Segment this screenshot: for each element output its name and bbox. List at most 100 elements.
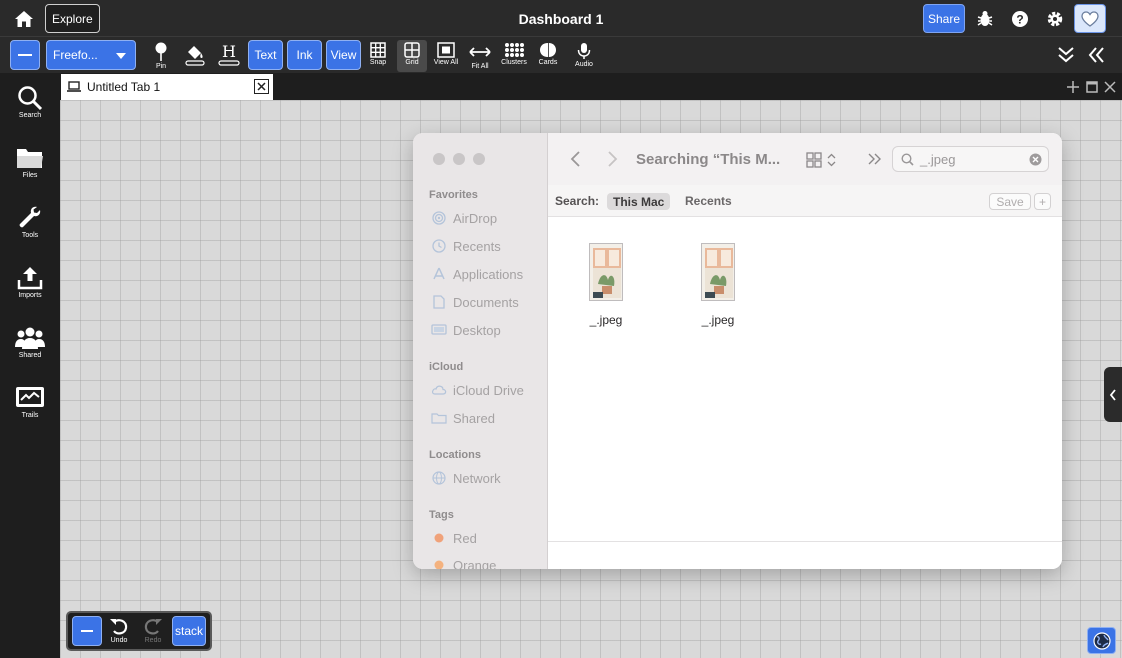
sidebar-item-imports[interactable]: Imports bbox=[0, 265, 60, 317]
add-criteria-button[interactable]: + bbox=[1034, 193, 1051, 210]
bug-icon[interactable] bbox=[974, 8, 996, 30]
add-tab-button[interactable] bbox=[1065, 79, 1081, 95]
locations-heading: Locations bbox=[429, 449, 481, 461]
grid-label: Grid bbox=[405, 59, 419, 66]
sidebar-item-documents[interactable]: Documents bbox=[431, 292, 519, 312]
home-button[interactable] bbox=[10, 6, 38, 32]
icon-view-icon[interactable] bbox=[806, 152, 838, 168]
view-all-label: View All bbox=[433, 59, 459, 66]
file-item[interactable]: _.jpeg bbox=[576, 243, 636, 333]
bottom-collapse-button[interactable] bbox=[72, 616, 102, 646]
tag-dot-icon bbox=[431, 557, 447, 569]
path-bar-divider bbox=[548, 541, 1062, 542]
more-chevrons-icon[interactable] bbox=[868, 153, 882, 165]
sidebar-item-trails[interactable]: Trails bbox=[0, 385, 60, 437]
clusters-tool[interactable]: Clusters bbox=[499, 40, 529, 72]
fit-all-icon bbox=[469, 47, 491, 57]
favorites-heading: Favorites bbox=[429, 189, 478, 201]
snap-tool[interactable]: Snap bbox=[363, 40, 393, 72]
close-window-button[interactable] bbox=[433, 153, 445, 165]
sidebar-item-label: Shared bbox=[18, 352, 42, 359]
sidebar-item-tag-red[interactable]: Red bbox=[431, 528, 477, 548]
sidebar-item-label: Orange bbox=[453, 557, 497, 570]
sidebar-item-label: Documents bbox=[453, 294, 519, 310]
sidebar-item-applications[interactable]: Applications bbox=[431, 264, 523, 284]
minus-icon bbox=[81, 630, 93, 632]
sidebar-item-files[interactable]: Files bbox=[0, 145, 60, 197]
minus-icon bbox=[18, 54, 32, 56]
finder-window: Favorites AirDrop Recents Applications D… bbox=[413, 133, 1062, 569]
header-tool[interactable]: H bbox=[214, 40, 244, 72]
heart-icon bbox=[1081, 10, 1099, 27]
scope-recents[interactable]: Recents bbox=[685, 194, 732, 208]
sidebar-item-icloud-drive[interactable]: iCloud Drive bbox=[431, 380, 524, 400]
stack-button[interactable]: stack bbox=[172, 616, 206, 646]
sidebar-item-label: Search bbox=[18, 112, 42, 119]
header-icon: H bbox=[218, 42, 240, 66]
mode-select-value: Freefo... bbox=[53, 48, 98, 62]
view-all-tool[interactable]: View All bbox=[431, 40, 461, 72]
gear-icon[interactable] bbox=[1044, 8, 1066, 30]
top-bar: Explore Dashboard 1 Share ? bbox=[0, 0, 1122, 37]
grid-tool[interactable]: Grid bbox=[397, 40, 427, 72]
sidebar-item-desktop[interactable]: Desktop bbox=[431, 320, 501, 340]
right-panel-handle[interactable] bbox=[1104, 367, 1122, 422]
plus-icon bbox=[1067, 81, 1079, 93]
clear-search-icon[interactable] bbox=[1029, 153, 1042, 166]
mode-select[interactable]: Freefo... bbox=[46, 40, 136, 70]
sidebar-item-tag-orange[interactable]: Orange bbox=[431, 555, 496, 569]
pin-tool[interactable]: Pin bbox=[146, 40, 176, 72]
airdrop-icon bbox=[431, 210, 447, 226]
expand-down-button[interactable] bbox=[1052, 40, 1080, 72]
ink-button[interactable]: Ink bbox=[287, 40, 322, 70]
view-button[interactable]: View bbox=[326, 40, 361, 70]
collapse-button[interactable] bbox=[10, 40, 40, 70]
heart-button[interactable] bbox=[1074, 4, 1106, 33]
redo-button[interactable]: Redo bbox=[141, 617, 165, 647]
sidebar-item-label: Tools bbox=[21, 232, 39, 239]
clock-icon bbox=[431, 238, 447, 254]
file-name: _.jpeg bbox=[589, 313, 623, 327]
folder-icon bbox=[17, 149, 43, 168]
minimize-window-button[interactable] bbox=[453, 153, 465, 165]
tab-untitled-1[interactable]: Untitled Tab 1 bbox=[61, 74, 273, 100]
upload-icon bbox=[17, 267, 43, 290]
undo-button[interactable]: Undo bbox=[107, 617, 131, 647]
maximize-button[interactable] bbox=[1084, 79, 1100, 95]
close-pane-button[interactable] bbox=[1102, 79, 1118, 95]
sidebar-item-airdrop[interactable]: AirDrop bbox=[431, 208, 497, 228]
sidebar-item-search[interactable]: Search bbox=[0, 85, 60, 137]
finder-sidebar: Favorites AirDrop Recents Applications D… bbox=[413, 133, 548, 569]
sidebar-item-network[interactable]: Network bbox=[431, 468, 501, 488]
users-icon bbox=[15, 327, 45, 349]
sidebar-item-recents[interactable]: Recents bbox=[431, 236, 501, 256]
maximize-icon bbox=[1086, 81, 1098, 93]
save-search-button[interactable]: Save bbox=[989, 193, 1031, 210]
svg-text:?: ? bbox=[1016, 13, 1023, 27]
zoom-window-button[interactable] bbox=[473, 153, 485, 165]
sidebar-item-shared[interactable]: Shared bbox=[431, 408, 495, 428]
fit-all-tool[interactable]: Fit All bbox=[465, 40, 495, 72]
audio-label: Audio bbox=[575, 61, 593, 68]
shared-folder-icon bbox=[431, 410, 447, 426]
help-icon[interactable]: ? bbox=[1009, 8, 1031, 30]
tab-close-button[interactable] bbox=[254, 79, 269, 94]
fill-tool[interactable] bbox=[180, 40, 210, 72]
audio-tool[interactable]: Audio bbox=[569, 40, 599, 72]
forward-chevron-icon[interactable] bbox=[606, 151, 618, 167]
back-chevron-icon[interactable] bbox=[570, 151, 582, 167]
text-button[interactable]: Text bbox=[248, 40, 283, 70]
scope-this-mac[interactable]: This Mac bbox=[607, 193, 671, 210]
finder-search-field[interactable]: _.jpeg bbox=[892, 146, 1049, 172]
file-item[interactable]: _.jpeg bbox=[688, 243, 748, 333]
cloud-icon bbox=[431, 382, 447, 398]
share-button[interactable]: Share bbox=[923, 4, 965, 33]
icloud-heading: iCloud bbox=[429, 361, 464, 373]
cards-tool[interactable]: Cards bbox=[533, 40, 563, 72]
sidebar-item-tools[interactable]: Tools bbox=[0, 205, 60, 257]
double-chevron-left-icon bbox=[1088, 47, 1104, 63]
sidebar-item-shared[interactable]: Shared bbox=[0, 325, 60, 377]
collapse-left-button[interactable] bbox=[1082, 40, 1110, 72]
globe-button[interactable] bbox=[1087, 627, 1116, 654]
explore-button[interactable]: Explore bbox=[45, 4, 100, 33]
